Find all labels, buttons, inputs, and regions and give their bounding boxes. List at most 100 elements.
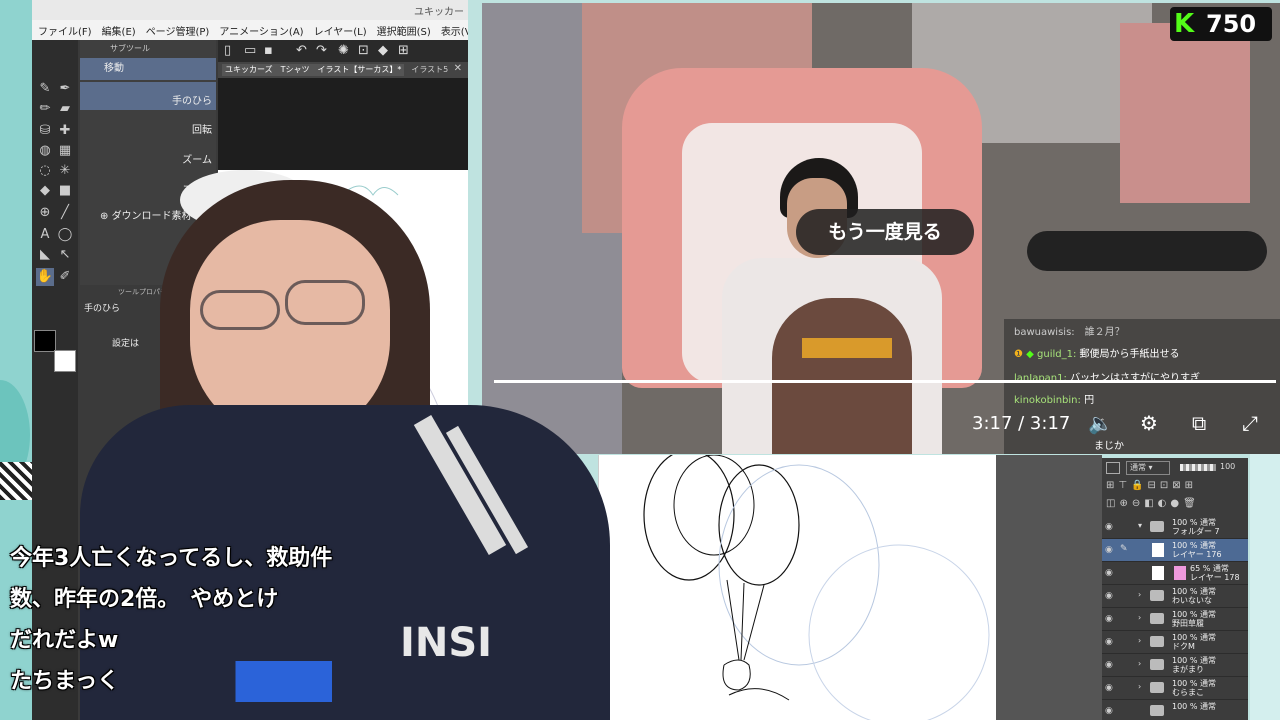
magic-wand-icon[interactable]: ✳: [56, 162, 74, 180]
menu-selection[interactable]: 選択範囲(S): [377, 23, 431, 38]
eye-icon[interactable]: ◉: [1105, 683, 1113, 693]
tab-illustration-circus[interactable]: ユキッカーズ Tシャツ イラスト【サーカス】*: [222, 64, 405, 76]
layer-thumbnail-2: [1174, 566, 1186, 580]
eye-icon[interactable]: ◉: [1105, 522, 1113, 532]
menu-page[interactable]: ページ管理(P): [146, 23, 210, 38]
microphone: [1027, 231, 1267, 271]
chevron-down-icon[interactable]: ▾: [1138, 521, 1142, 530]
subtool-rotate[interactable]: 回転: [80, 110, 216, 140]
menu-edit[interactable]: 編集(E): [102, 23, 136, 38]
layer-color-swatch[interactable]: [1106, 462, 1120, 474]
eye-icon[interactable]: ◉: [1105, 637, 1113, 647]
correct-line-tool-icon[interactable]: ↖: [56, 246, 74, 264]
eye-icon[interactable]: ◉: [1105, 660, 1113, 670]
move-layer-tool-icon[interactable]: ✚: [56, 122, 74, 140]
folder-icon: [1150, 636, 1164, 647]
curtain-right: [1120, 23, 1250, 203]
undo-icon[interactable]: ↶: [296, 43, 307, 58]
balloon-tool-icon[interactable]: ◯: [56, 226, 74, 244]
new-file-icon[interactable]: ▯: [224, 43, 231, 58]
subtitle-line: 今年3人亡くなってるし、救助件: [10, 546, 333, 571]
progress-bar[interactable]: [494, 380, 1276, 383]
open-folder-icon[interactable]: ▭: [244, 43, 256, 58]
layer-row-folder[interactable]: ◉ › 100 % 通常 まがまり: [1102, 654, 1248, 677]
pen-tool-icon[interactable]: ✎: [36, 80, 54, 98]
folder-icon: [1150, 705, 1164, 716]
folder-icon: [1150, 659, 1164, 670]
chevron-right-icon[interactable]: ›: [1138, 659, 1141, 668]
eyedropper-icon[interactable]: ✐: [56, 268, 74, 286]
chat-message: bawuawisis: 誰２月？: [1014, 327, 1125, 338]
layer-row-176[interactable]: ◉ ✎ 100 % 通常 レイヤー 176: [1102, 539, 1248, 562]
gift-icon: ◆: [1026, 349, 1038, 360]
fill-icon[interactable]: ◆: [378, 43, 388, 58]
layer-row-folder[interactable]: ◉ › 100 % 通常 むらまこ: [1102, 677, 1248, 700]
menu-layer[interactable]: レイヤー(L): [314, 23, 367, 38]
save-icon[interactable]: ▪: [264, 43, 273, 58]
sweatshirt-logo: INSI: [400, 620, 493, 666]
subtool-hand[interactable]: 手のひら: [80, 82, 216, 110]
subtitle-line: だれだよw: [10, 628, 119, 653]
eyedrop-search-icon[interactable]: ⊕: [36, 204, 54, 222]
chevron-right-icon[interactable]: ›: [1138, 613, 1141, 622]
redo-icon[interactable]: ↷: [316, 43, 327, 58]
layer-row-folder7[interactable]: ◉ ▾ 100 % 通常 フォルダー 7: [1102, 516, 1248, 539]
layer-label: 100 % 通常 ドクM: [1172, 633, 1216, 651]
sub-color-swatch[interactable]: [54, 350, 76, 372]
layer-row-folder[interactable]: ◉ 100 % 通常: [1102, 700, 1248, 720]
volume-icon[interactable]: 🔈: [1088, 411, 1113, 435]
layer-thumbnail: [1152, 566, 1164, 580]
layer-row-folder[interactable]: ◉ › 100 % 通常 野田草履: [1102, 608, 1248, 631]
tab-illustration5[interactable]: イラスト5: [408, 64, 451, 76]
chevron-right-icon[interactable]: ›: [1138, 636, 1141, 645]
subtool-move[interactable]: 移動: [80, 58, 216, 80]
loading-icon[interactable]: ✺: [338, 43, 349, 58]
pen-icon: ✎: [1120, 544, 1128, 554]
eye-icon[interactable]: ◉: [1105, 706, 1113, 716]
gradient-tool-icon[interactable]: ■: [56, 182, 74, 200]
text-tool-icon[interactable]: A: [36, 226, 54, 244]
chevron-right-icon[interactable]: ›: [1138, 590, 1141, 599]
line-tool-icon[interactable]: ╱: [56, 204, 74, 222]
eraser-tool-icon[interactable]: ▰: [56, 100, 74, 118]
layer-row-178[interactable]: ◉ 65 % 通常 レイヤー 178: [1102, 562, 1248, 585]
layer-row-folder[interactable]: ◉ › 100 % 通常 ドクM: [1102, 631, 1248, 654]
layer-action-icons[interactable]: ◫⊕⊖◧◐●🗑: [1106, 498, 1244, 512]
settings-icon[interactable]: ⚙: [1140, 411, 1158, 435]
layer-label: 100 % 通常 レイヤー 176: [1172, 541, 1222, 559]
opacity-slider[interactable]: [1180, 464, 1216, 471]
clear-icon[interactable]: ⊡: [358, 43, 369, 58]
background-panel-right: [1250, 454, 1280, 720]
fullscreen-icon[interactable]: ⤢: [1242, 411, 1258, 435]
drawing-canvas[interactable]: [598, 449, 996, 720]
menu-file[interactable]: ファイル(F): [38, 23, 92, 38]
eye-icon[interactable]: ◉: [1105, 591, 1113, 601]
blend-mode-select[interactable]: 通常 ▾: [1126, 461, 1170, 475]
brush-tool-icon[interactable]: ✒: [56, 80, 74, 98]
main-color-swatch[interactable]: [34, 330, 56, 352]
grid-tool-icon[interactable]: ▦: [56, 142, 74, 160]
layer-toolbar-icons[interactable]: ⊞⊤🔒⊟⊡⊠⊞: [1106, 480, 1244, 496]
eye-icon[interactable]: ◉: [1105, 614, 1113, 624]
hand-tool-icon[interactable]: ✋: [36, 268, 54, 286]
fill-tool-icon[interactable]: ◍: [36, 142, 54, 160]
chevron-right-icon[interactable]: ›: [1138, 682, 1141, 691]
layer-label: 100 % 通常 まがまり: [1172, 656, 1216, 674]
pencil-tool-icon[interactable]: ✏: [36, 100, 54, 118]
viewer-count: 750: [1206, 10, 1257, 38]
replay-button[interactable]: もう一度見る: [796, 209, 974, 255]
close-tab-icon[interactable]: ✕: [454, 63, 462, 74]
ruler-tool-icon[interactable]: ◣: [36, 246, 54, 264]
eye-icon[interactable]: ◉: [1105, 545, 1113, 555]
pip-icon[interactable]: ⧉: [1192, 411, 1206, 435]
bucket-tool-icon[interactable]: ◆: [36, 182, 54, 200]
transform-icon[interactable]: ⊞: [398, 43, 409, 58]
layer-row-folder[interactable]: ◉ › 100 % 通常 わいないな: [1102, 585, 1248, 608]
menu-animation[interactable]: アニメーション(A): [219, 23, 303, 38]
opacity-value[interactable]: 100: [1220, 462, 1235, 471]
eye-icon[interactable]: ◉: [1105, 568, 1113, 578]
lasso-tool-icon[interactable]: ◌: [36, 162, 54, 180]
blend-tool-icon[interactable]: ⛁: [36, 122, 54, 140]
app-title: ユキッカー: [414, 7, 464, 18]
menu-view[interactable]: 表示(V): [441, 23, 468, 38]
